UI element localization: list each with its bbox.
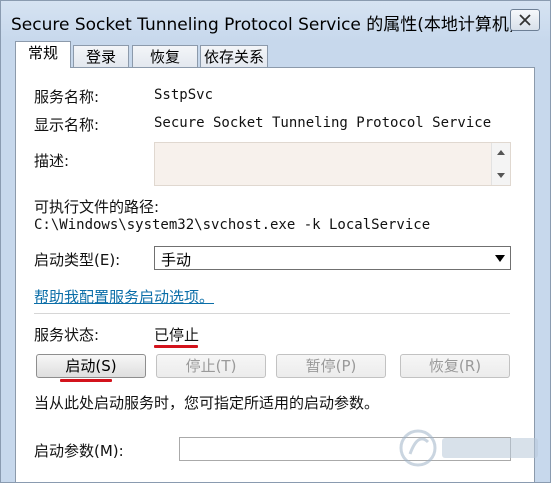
service-status-value: 已停止 — [154, 326, 200, 344]
chevron-down-icon — [495, 255, 505, 262]
section-divider — [34, 313, 510, 314]
title-bar: Secure Socket Tunneling Protocol Service… — [1, 1, 550, 39]
startup-type-value: 手动 — [161, 251, 192, 269]
service-name-label: 服务名称: — [34, 88, 100, 106]
service-name-value: SstpSvc — [154, 87, 214, 103]
display-name-label: 显示名称: — [34, 116, 100, 134]
tab-dependencies[interactable]: 依存关系 — [200, 45, 268, 67]
close-icon — [519, 14, 531, 26]
start-params-label: 启动参数(M): — [34, 442, 124, 460]
site-watermark-logo — [396, 424, 546, 476]
description-scrollbar[interactable] — [491, 143, 510, 185]
executable-path-label: 可执行文件的路径: — [34, 198, 160, 216]
scroll-up-icon[interactable] — [497, 150, 505, 155]
properties-dialog: Secure Socket Tunneling Protocol Service… — [0, 0, 551, 483]
window-title: Secure Socket Tunneling Protocol Service… — [11, 15, 516, 35]
status-highlight-underline — [154, 345, 198, 348]
start-button[interactable]: 启动(S) — [36, 354, 146, 378]
pause-button[interactable]: 暂停(P) — [276, 354, 386, 378]
start-params-hint: 当从此处启动服务时，您可指定所适用的启动参数。 — [34, 394, 380, 412]
tab-logon[interactable]: 登录 — [73, 45, 129, 67]
tab-recovery[interactable]: 恢复 — [132, 45, 198, 67]
help-configure-link[interactable]: 帮助我配置服务启动选项。 — [34, 286, 214, 307]
startup-type-label: 启动类型(E): — [34, 251, 121, 269]
executable-path-value: C:\Windows\system32\svchost.exe -k Local… — [34, 217, 431, 233]
description-field — [154, 142, 511, 186]
tab-general[interactable]: 常规 — [15, 41, 71, 68]
tab-strip: 常规 登录 恢复 依存关系 — [15, 41, 535, 68]
description-label: 描述: — [34, 152, 70, 170]
service-status-label: 服务状态: — [34, 326, 100, 344]
startup-type-select[interactable]: 手动 — [154, 246, 511, 270]
stop-button[interactable]: 停止(T) — [156, 354, 266, 378]
start-highlight-underline — [60, 379, 112, 382]
general-panel: 服务名称: SstpSvc 显示名称: Secure Socket Tunnel… — [15, 67, 535, 482]
scroll-down-icon[interactable] — [497, 173, 505, 178]
close-button[interactable] — [510, 9, 540, 31]
resume-button[interactable]: 恢复(R) — [400, 354, 510, 378]
display-name-value: Secure Socket Tunneling Protocol Service — [154, 115, 492, 131]
